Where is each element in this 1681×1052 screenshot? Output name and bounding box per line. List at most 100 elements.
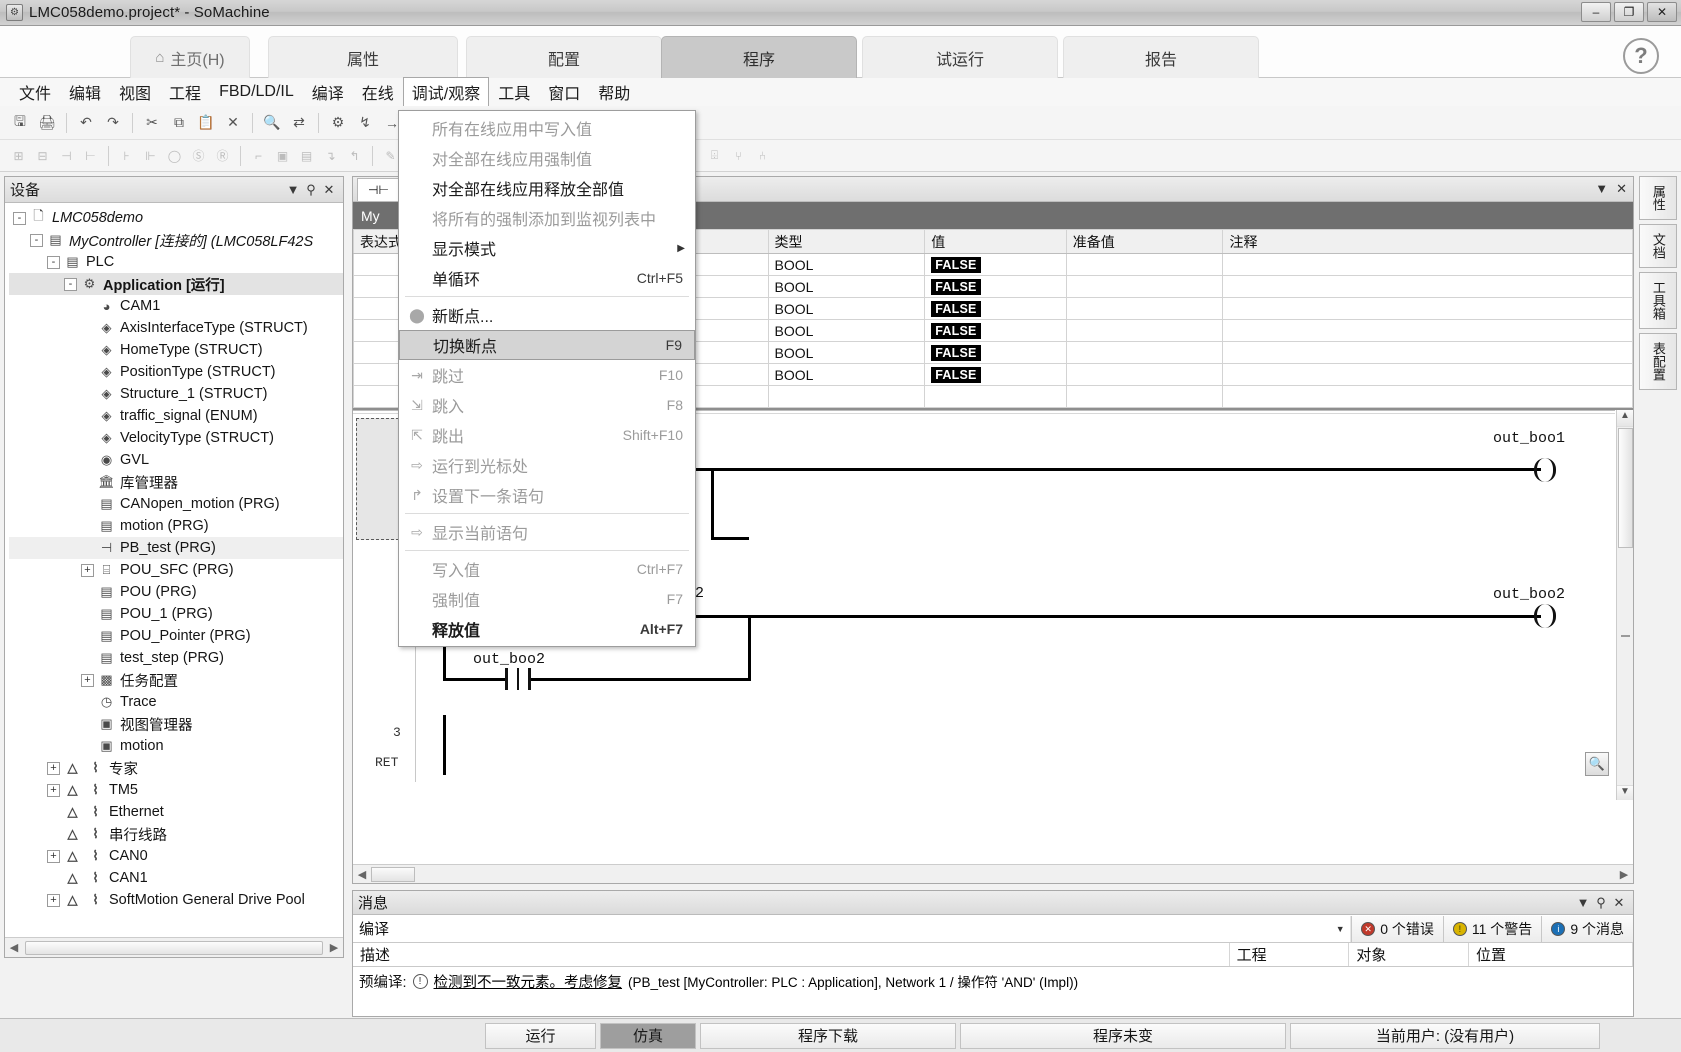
- contact-out-boo2[interactable]: [505, 668, 531, 690]
- collapse-icon[interactable]: -: [30, 233, 43, 247]
- redo-icon[interactable]: ↷: [101, 111, 125, 135]
- menu-item-15[interactable]: 强制值 F7: [399, 584, 695, 614]
- close-icon[interactable]: ✕: [1616, 181, 1627, 197]
- menu-item-3[interactable]: 工程: [160, 77, 210, 107]
- jump-icon[interactable]: ↴: [320, 145, 341, 166]
- menu-item-10[interactable]: 帮助: [589, 77, 639, 107]
- scroll-right-icon[interactable]: ▶: [325, 941, 343, 954]
- device-tree[interactable]: - 🗋 LMC058demo - ▤ MyController [连接的] (LMC058…: [5, 203, 343, 938]
- menu-item-10[interactable]: ⇱ 跳出 Shift+F10: [399, 420, 695, 450]
- menu-item-7[interactable]: 调试/观察: [402, 77, 490, 107]
- find-icon[interactable]: 🔍: [260, 111, 284, 135]
- messages-filter-select[interactable]: 编译 ▼: [353, 915, 1352, 942]
- menu-item-1[interactable]: 对全部在线应用强制值: [399, 143, 695, 173]
- status-simulation[interactable]: 仿真: [600, 1022, 696, 1049]
- device-tree-item[interactable]: ▤ POU_1 (PRG): [9, 603, 343, 625]
- copy-icon[interactable]: ⧉: [167, 111, 191, 135]
- close-button[interactable]: ✕: [1647, 2, 1677, 22]
- scroll-left-icon[interactable]: ◀: [353, 868, 371, 881]
- menu-item-3[interactable]: 将所有的强制添加到监视列表中: [399, 203, 695, 233]
- device-tree-item[interactable]: ◕ CAM1: [9, 295, 343, 317]
- device-tree-item[interactable]: - ▤ MyController [连接的] (LMC058LF42S: [9, 229, 343, 251]
- menu-item-2[interactable]: 对全部在线应用释放全部值: [399, 173, 695, 203]
- minimize-button[interactable]: –: [1581, 2, 1611, 22]
- paste-icon[interactable]: 📋: [194, 111, 218, 135]
- login-icon[interactable]: ↯: [353, 111, 377, 135]
- device-tree-item[interactable]: ◉ GVL: [9, 449, 343, 471]
- ribbon-tab-trial-run[interactable]: 试运行: [862, 36, 1058, 78]
- devices-hscrollbar[interactable]: ◀ ▶: [5, 937, 343, 957]
- device-tree-item[interactable]: ⊣ PB_test (PRG): [9, 537, 343, 559]
- chevron-down-icon[interactable]: ▼: [284, 182, 302, 197]
- coil-icon[interactable]: ◯: [164, 145, 185, 166]
- status-program-unchanged[interactable]: 程序未变: [960, 1022, 1286, 1049]
- table-column-header[interactable]: 注释: [1222, 229, 1633, 254]
- undo-icon[interactable]: ↶: [74, 111, 98, 135]
- device-tree-item[interactable]: ◈ PositionType (STRUCT): [9, 361, 343, 383]
- pin-icon[interactable]: ⚲: [302, 182, 320, 198]
- device-tree-item[interactable]: ▣ motion: [9, 735, 343, 757]
- messages-column-header[interactable]: 描述: [353, 943, 1230, 966]
- expand-icon[interactable]: +: [47, 893, 60, 907]
- ribbon-tab-home[interactable]: ⌂ 主页(H): [130, 36, 250, 78]
- device-tree-item[interactable]: - ⚙ Application [运行]: [9, 273, 343, 295]
- menu-item-4[interactable]: FBD/LD/IL: [210, 80, 303, 104]
- expand-icon[interactable]: +: [47, 783, 60, 797]
- device-tree-item[interactable]: + △ ⌇ TM5: [9, 779, 343, 801]
- scroll-thumb[interactable]: [1618, 428, 1633, 548]
- device-tree-item[interactable]: + ⌸ POU_SFC (PRG): [9, 559, 343, 581]
- device-tree-item[interactable]: ◈ VelocityType (STRUCT): [9, 427, 343, 449]
- menu-item-7[interactable]: 切换断点 F9: [399, 330, 695, 360]
- close-icon[interactable]: ✕: [320, 182, 338, 198]
- ribbon-tab-configuration[interactable]: 配置: [466, 36, 662, 78]
- right-tab-properties[interactable]: 属性: [1639, 176, 1677, 220]
- tree2-icon[interactable]: ⌹: [704, 145, 725, 166]
- scroll-thumb[interactable]: [371, 866, 415, 882]
- editor-tab-pb-test[interactable]: ⊣⊢: [357, 178, 400, 201]
- coil-reset-icon[interactable]: Ⓡ: [212, 145, 233, 166]
- menu-item-6[interactable]: 在线: [353, 77, 403, 107]
- device-tree-item[interactable]: ◈ traffic_signal (ENUM): [9, 405, 343, 427]
- fb-append-icon[interactable]: ▤: [296, 145, 317, 166]
- table-column-header[interactable]: 类型: [767, 229, 926, 254]
- device-tree-item[interactable]: 🏛 库管理器: [9, 471, 343, 493]
- device-tree-item[interactable]: ▣ 视图管理器: [9, 713, 343, 735]
- device-tree-item[interactable]: - 🗋 LMC058demo: [9, 207, 343, 229]
- menu-item-11[interactable]: ⇨ 运行到光标处: [399, 450, 695, 480]
- device-tree-item[interactable]: ◈ HomeType (STRUCT): [9, 339, 343, 361]
- menu-item-16[interactable]: 释放值 Alt+F7: [399, 614, 695, 644]
- messages-column-header[interactable]: 对象: [1349, 943, 1470, 966]
- device-tree-item[interactable]: △ ⌇ Ethernet: [9, 801, 343, 823]
- contact-right-icon[interactable]: ⊢: [80, 145, 101, 166]
- device-tree-item[interactable]: ▤ POU (PRG): [9, 581, 343, 603]
- menu-item-12[interactable]: ↱ 设置下一条语句: [399, 480, 695, 510]
- chevron-down-icon[interactable]: ▼: [1595, 181, 1608, 197]
- expand-icon[interactable]: +: [81, 673, 94, 687]
- scroll-left-icon[interactable]: ◀: [5, 941, 23, 954]
- device-tree-item[interactable]: ▤ test_step (PRG): [9, 647, 343, 669]
- maximize-button[interactable]: ❐: [1614, 2, 1644, 22]
- message-row[interactable]: 预编译: ! 检测到不一致元素。考虑修复 (PB_test [MyControl…: [353, 967, 1633, 995]
- device-tree-item[interactable]: △ ⌇ 串行线路: [9, 823, 343, 845]
- status-run[interactable]: 运行: [485, 1022, 596, 1049]
- status-current-user[interactable]: 当前用户: (没有用户): [1290, 1022, 1600, 1049]
- net-insert-icon[interactable]: ⊞: [8, 145, 29, 166]
- close-icon[interactable]: ✕: [1610, 895, 1628, 911]
- editor-vscrollbar[interactable]: ▲ ▼: [1616, 410, 1633, 800]
- device-tree-item[interactable]: + △ ⌇ SoftMotion General Drive Pool: [9, 889, 343, 911]
- device-tree-item[interactable]: ▤ POU_Pointer (PRG): [9, 625, 343, 647]
- return-icon[interactable]: ↰: [344, 145, 365, 166]
- ribbon-tab-report[interactable]: 报告: [1063, 36, 1259, 78]
- warning-counter[interactable]: ! 11 个警告: [1442, 915, 1542, 942]
- menu-item-4[interactable]: 显示模式 ▶: [399, 233, 695, 263]
- menu-item-9[interactable]: ⇲ 跳入 F8: [399, 390, 695, 420]
- collapse-icon[interactable]: -: [64, 277, 77, 291]
- contact-left-icon[interactable]: ⊣: [56, 145, 77, 166]
- merge-icon[interactable]: ⑃: [752, 145, 773, 166]
- menu-item-8[interactable]: ⇥ 跳过 F10: [399, 360, 695, 390]
- coil-out-boo1[interactable]: [1534, 458, 1556, 482]
- menu-item-0[interactable]: 所有在线应用中写入值: [399, 113, 695, 143]
- contact-par-icon[interactable]: ⊦: [116, 145, 137, 166]
- menu-item-0[interactable]: 文件: [10, 77, 60, 107]
- device-tree-item[interactable]: ◈ Structure_1 (STRUCT): [9, 383, 343, 405]
